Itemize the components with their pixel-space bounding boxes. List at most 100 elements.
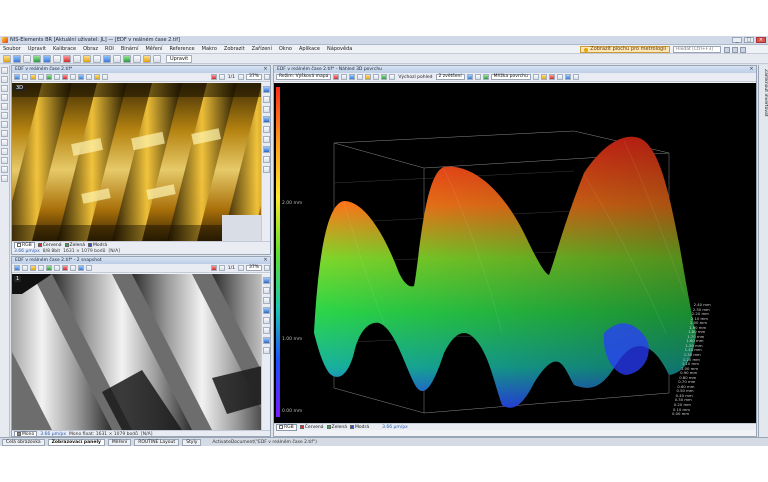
zoom-tool-icon[interactable] bbox=[22, 74, 28, 80]
side-settings-icon[interactable] bbox=[263, 166, 270, 173]
mono-side-text-icon[interactable] bbox=[263, 327, 270, 334]
menu-upravit[interactable]: Upravit bbox=[28, 46, 46, 52]
layout-select[interactable]: Upravit bbox=[166, 54, 193, 63]
pan-icon[interactable] bbox=[1, 76, 8, 83]
menu-roi[interactable]: ROI bbox=[105, 46, 114, 52]
mono-side-grid-icon[interactable] bbox=[263, 287, 270, 294]
help-search-input[interactable] bbox=[673, 46, 721, 53]
line-icon[interactable] bbox=[1, 94, 8, 101]
open-file-icon[interactable] bbox=[3, 54, 11, 63]
side-chart-icon[interactable] bbox=[263, 156, 270, 163]
camera-icon[interactable] bbox=[53, 54, 61, 63]
mono-overlay-icon[interactable] bbox=[70, 265, 76, 271]
task-fullscreen[interactable]: Celá obrazovka bbox=[2, 438, 45, 446]
menu-soubor[interactable]: Soubor bbox=[3, 46, 21, 52]
rotate-icon[interactable] bbox=[349, 74, 356, 80]
capture-icon[interactable] bbox=[33, 54, 41, 63]
menu-obraz[interactable]: Obraz bbox=[83, 46, 98, 52]
text-icon[interactable] bbox=[1, 130, 8, 137]
polygon-icon[interactable] bbox=[1, 121, 8, 128]
mono-3d-icon[interactable] bbox=[78, 265, 84, 271]
menu-kalibrace[interactable]: Kalibrace bbox=[53, 46, 76, 52]
mono-menu-icon[interactable] bbox=[264, 265, 270, 271]
side-ruler-icon[interactable] bbox=[263, 116, 270, 123]
channel-3d-red[interactable]: Červená bbox=[299, 425, 324, 430]
angle-icon[interactable] bbox=[1, 148, 8, 155]
mono-side-layers-icon[interactable] bbox=[263, 297, 270, 304]
menu-napoveda[interactable]: Nápověda bbox=[327, 46, 352, 52]
pixel-size[interactable]: 3.66 µm/px bbox=[14, 249, 40, 254]
panel-menu-icon[interactable] bbox=[264, 74, 270, 80]
record-3d-icon[interactable] bbox=[548, 74, 555, 80]
overlay-icon[interactable] bbox=[70, 74, 76, 80]
render-mode-select[interactable]: Režim: Výšková mapa bbox=[276, 74, 332, 80]
side-layers-icon[interactable] bbox=[263, 106, 270, 113]
panel-3d-pixel-size[interactable]: 3.66 µm/px bbox=[382, 425, 408, 430]
layers-icon[interactable] bbox=[1, 175, 8, 182]
menu-okno[interactable]: Okno bbox=[279, 46, 292, 52]
menu-mereni[interactable]: Měření bbox=[145, 46, 162, 52]
info-3d-icon[interactable] bbox=[540, 74, 547, 80]
task-routine-layout[interactable]: ROUTINE Layout bbox=[134, 438, 180, 446]
scale-bar-icon[interactable] bbox=[62, 74, 68, 80]
panel-rgb-close-icon[interactable]: × bbox=[263, 67, 268, 72]
menu-binarni[interactable]: Binární bbox=[121, 46, 139, 52]
task-measurement[interactable]: Měření bbox=[107, 438, 132, 446]
color-map-icon[interactable] bbox=[333, 74, 340, 80]
task-display-panels[interactable]: Zobrazovací panely bbox=[47, 438, 105, 446]
menu-aplikace[interactable]: Aplikace bbox=[299, 46, 320, 52]
channel-3d-rgb[interactable]: RGB bbox=[276, 423, 297, 431]
mono-zoom-select[interactable]: 37% bbox=[245, 265, 262, 271]
task-styles[interactable]: Styly bbox=[182, 438, 202, 446]
scale-z-icon[interactable] bbox=[357, 74, 364, 80]
menu-zobrazit[interactable]: Zobrazit bbox=[224, 46, 245, 52]
annotate-tool-icon[interactable] bbox=[30, 74, 36, 80]
record-icon[interactable] bbox=[63, 54, 71, 63]
export-icon[interactable] bbox=[102, 74, 108, 80]
zoom-icon[interactable] bbox=[1, 85, 8, 92]
save-icon[interactable] bbox=[13, 54, 21, 63]
view-3d-icon[interactable] bbox=[78, 74, 84, 80]
mono-side-stack-icon[interactable] bbox=[263, 337, 270, 344]
grid-tool-icon[interactable] bbox=[93, 54, 101, 63]
perspective-icon[interactable] bbox=[373, 74, 380, 80]
side-text-icon[interactable] bbox=[263, 136, 270, 143]
pointer-icon[interactable] bbox=[1, 67, 8, 74]
side-brush-icon[interactable] bbox=[263, 126, 270, 133]
mono-side-brush-icon[interactable] bbox=[263, 317, 270, 324]
edf-icon[interactable] bbox=[103, 54, 111, 63]
channel-3d-blue[interactable]: Modrá bbox=[350, 425, 369, 430]
fullscreen-3d-icon[interactable] bbox=[572, 74, 579, 80]
mono-zoom-tool-icon[interactable] bbox=[22, 265, 28, 271]
side-grid-icon[interactable] bbox=[263, 96, 270, 103]
mono-side-chart-icon[interactable] bbox=[263, 347, 270, 354]
fit-icon[interactable] bbox=[38, 74, 44, 80]
axes-icon[interactable] bbox=[381, 74, 388, 80]
rectangle-icon[interactable] bbox=[1, 103, 8, 110]
prev-page-icon[interactable] bbox=[218, 74, 225, 80]
default-view-button[interactable]: Výchozí pohled bbox=[397, 75, 433, 80]
close-button[interactable]: × bbox=[756, 37, 766, 43]
count-icon[interactable] bbox=[1, 157, 8, 164]
menu-makro[interactable]: Makro bbox=[202, 46, 217, 52]
mono-annotate-icon[interactable] bbox=[30, 265, 36, 271]
measure-tool-icon[interactable] bbox=[94, 74, 100, 80]
channel-blue[interactable]: Modrá bbox=[88, 243, 107, 248]
lamp-icon[interactable] bbox=[83, 54, 91, 63]
menu-reference[interactable]: Reference bbox=[169, 46, 194, 52]
measure-icon[interactable] bbox=[123, 54, 131, 63]
grid-toggle-icon[interactable] bbox=[466, 74, 473, 80]
ruler-icon[interactable] bbox=[1, 139, 8, 146]
report-icon[interactable] bbox=[143, 54, 151, 63]
lighting-icon[interactable] bbox=[341, 74, 348, 80]
channel-red[interactable]: Červená bbox=[37, 243, 62, 248]
menu-zarizeni[interactable]: Zařízení bbox=[252, 46, 272, 52]
color-picker-icon[interactable] bbox=[210, 74, 217, 80]
macro-icon[interactable] bbox=[153, 54, 161, 63]
mono-select-tool-icon[interactable] bbox=[14, 265, 20, 271]
calibration-icon[interactable] bbox=[113, 54, 121, 63]
mono-image[interactable] bbox=[12, 274, 262, 430]
settings-3d-icon[interactable] bbox=[556, 74, 563, 80]
mono-histogram-icon[interactable] bbox=[86, 265, 92, 271]
maximize-button[interactable]: □ bbox=[744, 37, 754, 43]
